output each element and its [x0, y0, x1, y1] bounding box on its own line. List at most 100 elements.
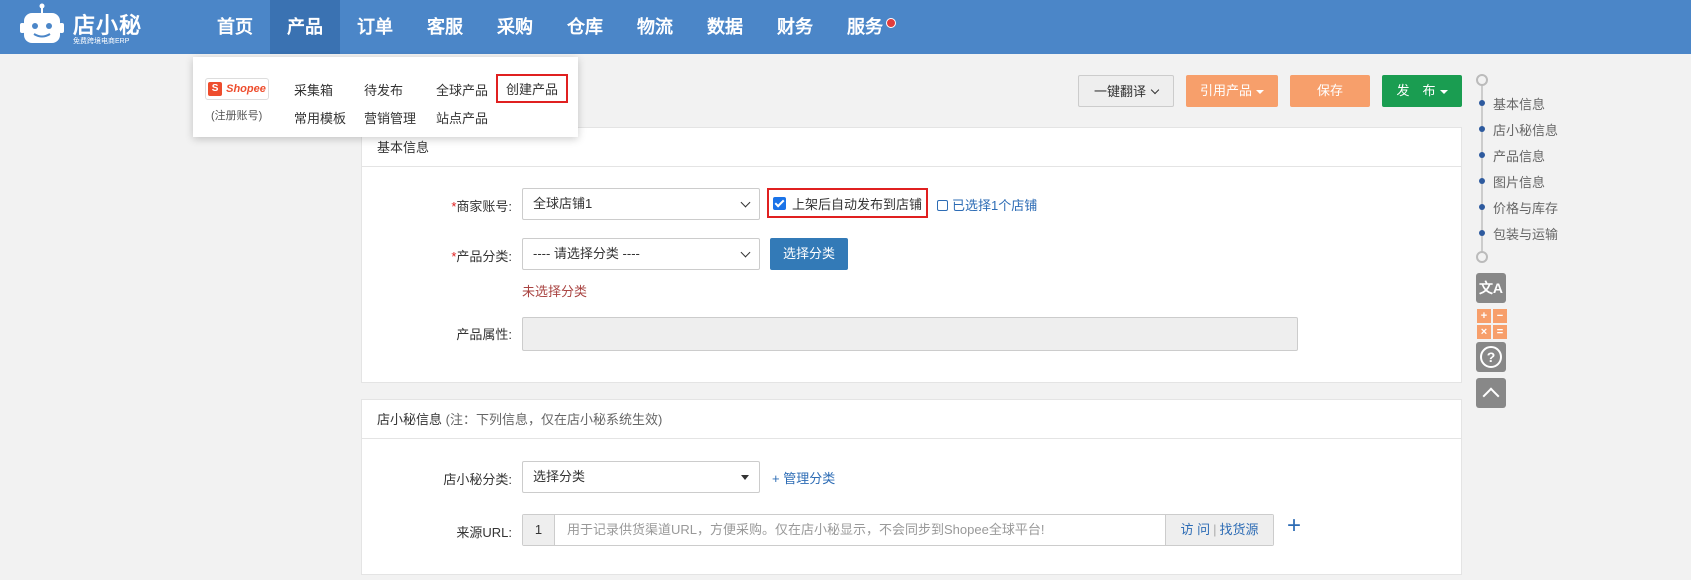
- caret-down-icon: [1439, 89, 1448, 94]
- save-button[interactable]: 保存: [1290, 75, 1370, 107]
- anchor-price-stock[interactable]: 价格与库存: [1479, 199, 1559, 216]
- source-url-input[interactable]: 用于记录供货渠道URL，方便采购。仅在店小秘显示，不会同步到Shopee全球平台…: [555, 515, 1165, 545]
- anchor-label: 基本信息: [1493, 96, 1546, 112]
- nav-product[interactable]: 产品: [270, 0, 340, 54]
- product-attributes-label: 产品属性:: [456, 327, 512, 342]
- source-url-actions: 访 问 | 找货源: [1165, 515, 1273, 545]
- anchor-label: 价格与库存: [1493, 200, 1559, 216]
- top-navbar: 店小秘 免费跨境电商ERP 首页 产品 订单 客服 采购 仓库 物流 数据 财务…: [0, 0, 1691, 54]
- anchor-image-info[interactable]: 图片信息: [1479, 173, 1546, 190]
- visit-link[interactable]: 访 问: [1180, 522, 1210, 537]
- dxm-info-title: 店小秘信息: [377, 412, 443, 427]
- product-attributes-field: [522, 317, 1298, 351]
- anchor-label: 店小秘信息: [1493, 122, 1559, 138]
- caret-down-icon: [741, 475, 749, 480]
- anchor-nav-start-circle: [1476, 74, 1488, 86]
- translate-label: 一键翻译: [1093, 84, 1146, 99]
- choose-category-button[interactable]: 选择分类: [770, 238, 849, 270]
- quote-product-button[interactable]: 引用产品: [1186, 75, 1278, 107]
- dxm-info-note: (注：下列信息，仅在店小秘系统生效): [445, 412, 663, 427]
- menu-marketing[interactable]: 营销管理: [364, 108, 416, 127]
- product-category-select[interactable]: ---- 请选择分类 ----: [522, 238, 760, 270]
- anchor-label: 图片信息: [1493, 174, 1546, 190]
- chevron-down-icon: [1150, 85, 1160, 95]
- auto-publish-option[interactable]: 上架后自动发布到店铺: [767, 188, 928, 218]
- nav-service-label: 服务: [847, 17, 883, 37]
- anchor-dot: [1479, 204, 1485, 210]
- nav-customer-service[interactable]: 客服: [410, 0, 480, 54]
- nav-finance[interactable]: 财务: [760, 0, 830, 54]
- anchor-basic-info[interactable]: 基本信息: [1479, 95, 1546, 112]
- quote-label: 引用产品: [1199, 83, 1252, 98]
- divider: |: [1213, 522, 1217, 537]
- dxm-category-label: 店小秘分类:: [443, 472, 512, 487]
- merchant-account-label: *商家账号:: [372, 196, 512, 215]
- source-url-index: 1: [523, 515, 555, 545]
- menu-site-products[interactable]: 站点产品: [436, 108, 488, 127]
- anchor-packaging-shipping[interactable]: 包装与运输: [1479, 225, 1559, 242]
- anchor-product-info[interactable]: 产品信息: [1479, 147, 1546, 164]
- selected-shops-link[interactable]: 已选择1个店铺: [937, 195, 1037, 214]
- shopee-platform-badge[interactable]: S Shopee: [205, 78, 269, 100]
- dxm-info-header: 店小秘信息 (注：下列信息，仅在店小秘系统生效): [362, 400, 1461, 439]
- basic-info-panel: 基本信息 *商家账号: 全球店铺1 上架后自动发布到店铺 已选择1个店铺 *产品…: [361, 127, 1462, 383]
- plus-icon: +: [1477, 309, 1491, 323]
- anchor-dot: [1479, 152, 1485, 158]
- dxm-info-panel: 店小秘信息 (注：下列信息，仅在店小秘系统生效) 店小秘分类: 选择分类 + 管…: [361, 399, 1462, 575]
- nav-orders[interactable]: 订单: [340, 0, 410, 54]
- anchor-nav-end-circle: [1476, 251, 1488, 263]
- nav-service[interactable]: 服务: [830, 0, 900, 54]
- source-url-group: 1 用于记录供货渠道URL，方便采购。仅在店小秘显示，不会同步到Shopee全球…: [522, 514, 1274, 546]
- selected-shops-text: 已选择1个店铺: [952, 198, 1038, 213]
- edit-icon: [937, 200, 948, 211]
- anchor-label: 产品信息: [1493, 148, 1546, 164]
- auto-publish-checkbox[interactable]: [773, 196, 786, 210]
- product-category-value: ---- 请选择分类 ----: [533, 246, 640, 261]
- anchor-dot: [1479, 100, 1485, 106]
- dxm-category-select[interactable]: 选择分类: [522, 461, 760, 493]
- chevron-down-icon: [740, 197, 751, 208]
- category-error-message: 未选择分类: [522, 284, 588, 299]
- manage-category-link[interactable]: + 管理分类: [772, 468, 835, 487]
- minus-icon: −: [1493, 309, 1507, 323]
- product-category-label-text: 产品分类:: [456, 249, 512, 264]
- chevron-down-icon: [740, 247, 751, 258]
- anchor-dot: [1479, 178, 1485, 184]
- menu-pending-publish[interactable]: 待发布: [364, 80, 403, 99]
- back-to-top-icon[interactable]: [1476, 378, 1506, 408]
- dxm-category-value: 选择分类: [533, 469, 586, 484]
- product-category-label: *产品分类:: [372, 246, 512, 265]
- nav-warehouse[interactable]: 仓库: [550, 0, 620, 54]
- main-nav: 首页 产品 订单 客服 采购 仓库 物流 数据 财务 服务: [200, 0, 900, 54]
- nav-purchase[interactable]: 采购: [480, 0, 550, 54]
- calculator-icon[interactable]: + − × =: [1476, 309, 1507, 339]
- menu-collection-box[interactable]: 采集箱: [294, 80, 333, 99]
- equals-icon: =: [1493, 325, 1507, 339]
- register-account-link[interactable]: (注册账号): [211, 107, 262, 123]
- publish-button[interactable]: 发 布: [1382, 75, 1462, 107]
- nav-logistics[interactable]: 物流: [620, 0, 690, 54]
- help-icon[interactable]: ?: [1476, 342, 1506, 372]
- merchant-account-value: 全球店铺1: [533, 196, 593, 211]
- product-dropdown-menu: S Shopee (注册账号) 采集箱 待发布 全球产品 创建产品 常用模板 营…: [193, 57, 578, 137]
- one-click-translate-button[interactable]: 一键翻译: [1078, 75, 1174, 107]
- nav-data[interactable]: 数据: [690, 0, 760, 54]
- shopee-label: Shopee: [226, 83, 266, 95]
- menu-create-product[interactable]: 创建产品: [496, 74, 569, 103]
- merchant-account-select[interactable]: 全球店铺1: [522, 188, 760, 220]
- source-url-label: 来源URL:: [456, 525, 512, 540]
- translate-tool-icon[interactable]: 文A: [1476, 273, 1506, 303]
- menu-global-products[interactable]: 全球产品: [436, 80, 488, 99]
- anchor-label: 包装与运输: [1493, 226, 1559, 242]
- publish-label: 发 布: [1396, 83, 1436, 98]
- anchor-dot: [1479, 230, 1485, 236]
- nav-home[interactable]: 首页: [200, 0, 270, 54]
- add-url-button[interactable]: +: [1287, 512, 1301, 540]
- menu-common-templates[interactable]: 常用模板: [294, 108, 346, 127]
- shopee-bag-icon: S: [208, 82, 223, 96]
- notification-dot: [886, 18, 896, 28]
- anchor-dxm-info[interactable]: 店小秘信息: [1479, 121, 1559, 138]
- find-source-link[interactable]: 找货源: [1220, 522, 1259, 537]
- question-mark: ?: [1480, 346, 1502, 368]
- logo[interactable]: 店小秘 免费跨境电商ERP: [18, 3, 143, 49]
